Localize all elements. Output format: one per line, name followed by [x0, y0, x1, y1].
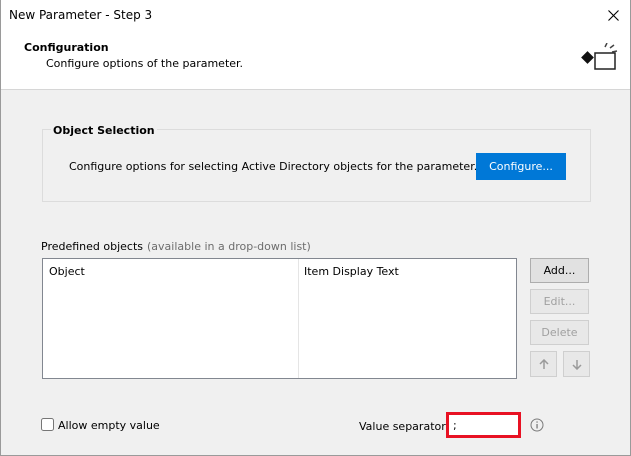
close-icon: [607, 9, 619, 21]
object-selection-title: Object Selection: [51, 124, 157, 137]
dialog-window: New Parameter - Step 3 Configuration Con…: [0, 0, 631, 456]
allow-empty-label[interactable]: Allow empty value: [58, 419, 160, 432]
delete-button[interactable]: Delete: [530, 320, 589, 345]
column-header-display-text[interactable]: Item Display Text: [304, 265, 399, 278]
value-separator-label: Value separator: [359, 420, 446, 433]
title-bar: New Parameter - Step 3: [1, 0, 630, 30]
predefined-objects-label: Predefined objects (available in a drop-d…: [41, 240, 311, 253]
edit-button[interactable]: Edit...: [530, 289, 589, 314]
column-header-object[interactable]: Object: [49, 265, 85, 278]
header-title: Configuration: [24, 41, 109, 54]
wizard-icon: [581, 43, 618, 70]
predefined-objects-title: Predefined objects: [41, 240, 144, 253]
move-down-button[interactable]: [563, 351, 590, 377]
object-selection-description: Configure options for selecting Active D…: [69, 160, 478, 173]
predefined-objects-note: (available in a drop-down list): [147, 240, 311, 253]
info-icon[interactable]: [530, 418, 544, 432]
predefined-objects-list[interactable]: Object Item Display Text: [42, 258, 517, 379]
close-button[interactable]: [596, 0, 630, 30]
arrow-down-icon: [571, 359, 582, 370]
allow-empty-checkbox[interactable]: [41, 418, 54, 431]
wizard-header: Configuration Configure options of the p…: [1, 30, 630, 90]
column-divider[interactable]: [298, 259, 299, 378]
window-title: New Parameter - Step 3: [9, 8, 153, 22]
header-subtitle: Configure options of the parameter.: [46, 57, 244, 70]
arrow-up-icon: [538, 358, 549, 369]
value-separator-input[interactable]: [446, 412, 521, 438]
move-up-button[interactable]: [530, 351, 557, 377]
add-button[interactable]: Add...: [530, 258, 589, 283]
configure-button[interactable]: Configure...: [476, 153, 566, 180]
